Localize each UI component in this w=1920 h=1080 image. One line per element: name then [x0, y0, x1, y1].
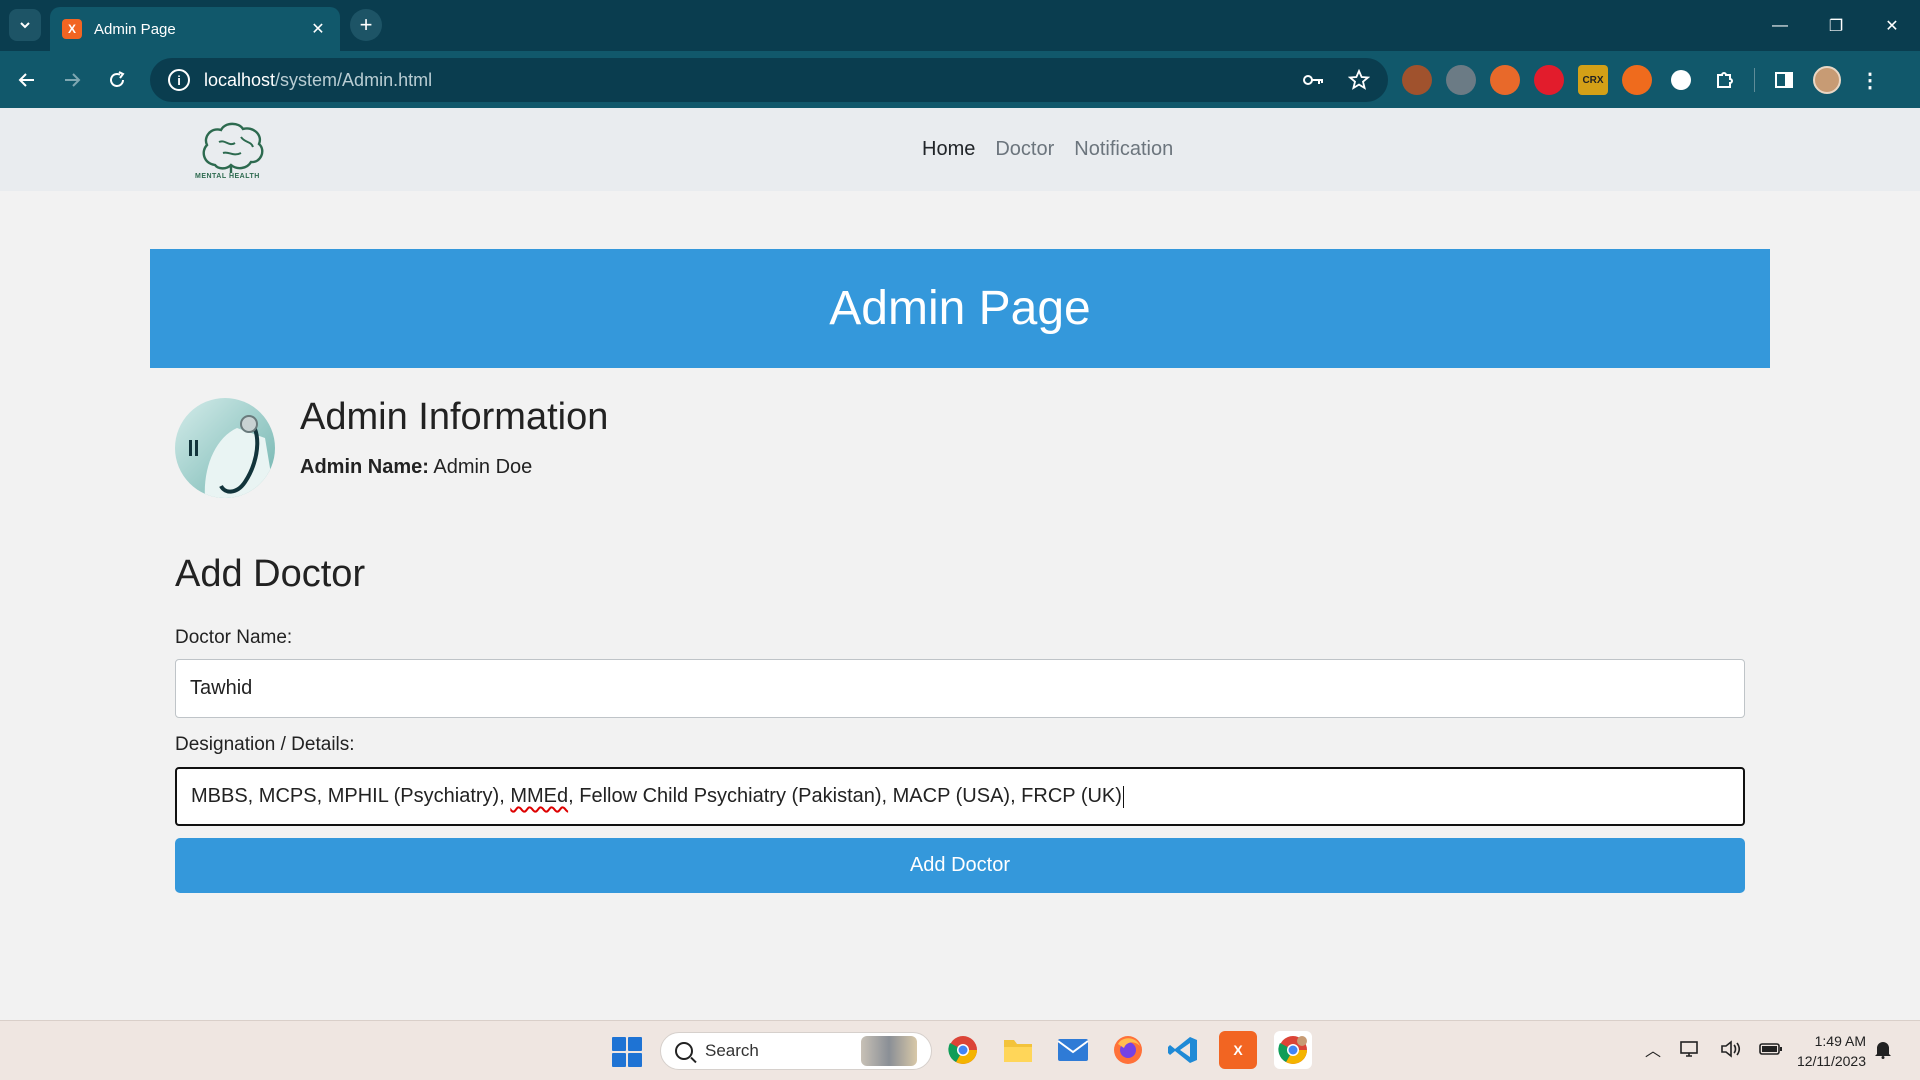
back-button[interactable] [10, 63, 44, 97]
reload-button[interactable] [100, 63, 134, 97]
designation-value-part2: , Fellow Child Psychiatry (Pakistan), MA… [568, 785, 1122, 807]
site-navbar: MENTAL HEALTH Home Doctor Notification [0, 108, 1920, 191]
toolbar-separator [1754, 68, 1755, 92]
mental-health-logo[interactable]: MENTAL HEALTH [193, 117, 273, 183]
minimize-button[interactable]: — [1752, 0, 1808, 51]
circle-extension-icon[interactable] [1671, 70, 1691, 90]
add-doctor-heading: Add Doctor [175, 553, 366, 595]
add-doctor-button[interactable]: Add Doctor [175, 838, 1745, 893]
battery-icon[interactable] [1759, 1041, 1783, 1057]
close-window-button[interactable]: ✕ [1864, 0, 1920, 51]
side-panel-svg-icon [1775, 72, 1793, 88]
designation-label: Designation / Details: [175, 734, 355, 755]
taskbar-apps: X [944, 1031, 1312, 1069]
page-banner: Admin Page [150, 249, 1770, 368]
chevron-down-icon [20, 22, 30, 29]
chevron-up-icon[interactable]: ︿ [1645, 1037, 1661, 1061]
designation-input[interactable]: MBBS, MCPS, MPHIL (Psychiatry), MMEd, Fe… [175, 767, 1745, 826]
admin-avatar [175, 398, 275, 498]
star-icon[interactable] [1348, 69, 1370, 91]
cookie-extension-icon[interactable] [1402, 65, 1432, 95]
xampp-favicon-icon: X [62, 19, 82, 39]
menu-kebab-icon[interactable]: ⋮ [1855, 65, 1885, 95]
admin-info-heading: Admin Information [300, 396, 609, 438]
firefox-logo-icon [1114, 1036, 1142, 1064]
clock-time: 1:49 AM [1814, 1033, 1866, 1049]
new-tab-button[interactable]: + [350, 9, 382, 41]
nav-link-notification[interactable]: Notification [1074, 138, 1173, 161]
firefox-icon[interactable] [1109, 1031, 1147, 1069]
address-bar[interactable]: i localhost/system/Admin.html [150, 58, 1388, 102]
crx-extension-icon[interactable]: CRX [1578, 65, 1608, 95]
profile-avatar[interactable] [1813, 66, 1841, 94]
vscode-icon[interactable] [1164, 1031, 1202, 1069]
designation-misspelled-word: MMEd [510, 785, 569, 807]
clock-date: 12/11/2023 [1796, 1053, 1866, 1069]
arrow-left-icon [18, 73, 34, 87]
key-icon[interactable] [1302, 71, 1326, 89]
leaf-extension-icon[interactable] [1622, 65, 1652, 95]
nav-link-home[interactable]: Home [922, 138, 975, 161]
bell-icon[interactable] [1874, 1039, 1892, 1064]
designation-value-part1: MBBS, MCPS, MPHIL (Psychiatry), [191, 785, 511, 807]
nav-link-doctor[interactable]: Doctor [995, 138, 1054, 161]
browser-toolbar: i localhost/system/Admin.html CRX ⋮ [0, 51, 1920, 108]
network-icon[interactable] [1679, 1039, 1701, 1059]
notification-bell-icon [1875, 1042, 1891, 1059]
page-title: Admin Page [829, 282, 1091, 335]
extensions-row: CRX ⋮ [1402, 65, 1885, 95]
chrome-taskbar-icon[interactable] [944, 1031, 982, 1069]
url-path: /system/Admin.html [275, 69, 433, 90]
logo-text: MENTAL HEALTH [195, 173, 260, 180]
hand-extension-icon[interactable] [1534, 65, 1564, 95]
search-placeholder: Search [705, 1041, 759, 1060]
admin-name-value: Admin Doe [433, 456, 533, 478]
vscode-logo-icon [1168, 1037, 1197, 1063]
puzzle-extensions-icon[interactable] [1710, 65, 1740, 95]
admin-name-row: Admin Name: Admin Doe [300, 456, 532, 479]
search-highlight-image [861, 1036, 917, 1066]
browser-tab[interactable]: X Admin Page ✕ [50, 7, 340, 51]
chrome-logo-icon [948, 1036, 977, 1064]
doctor-name-value: Tawhid [190, 677, 253, 699]
system-clock[interactable]: 1:49 AM 12/11/2023 [1786, 1031, 1866, 1071]
doctor-name-label: Doctor Name: [175, 627, 293, 648]
restore-button[interactable]: ❐ [1808, 0, 1864, 51]
file-explorer-icon[interactable] [999, 1031, 1037, 1069]
side-panel-icon[interactable] [1769, 65, 1799, 95]
fire-extension-icon[interactable] [1490, 65, 1520, 95]
envelope-icon [1057, 1039, 1089, 1061]
admin-name-label: Admin Name: [300, 456, 429, 478]
raccoon-extension-icon[interactable] [1446, 65, 1476, 95]
forward-button[interactable] [55, 63, 89, 97]
window-controls: — ❐ ✕ [1752, 0, 1920, 51]
chrome-active-icon[interactable] [1274, 1031, 1312, 1069]
chrome-profile-logo-icon [1278, 1036, 1307, 1064]
windows-taskbar: Search X ︿ 1:49 AM 12/11/2023 [0, 1020, 1920, 1080]
xampp-icon[interactable]: X [1219, 1031, 1257, 1069]
site-nav-links: Home Doctor Notification [922, 138, 1173, 161]
mail-icon[interactable] [1054, 1031, 1092, 1069]
volume-icon[interactable] [1719, 1039, 1741, 1059]
windows-start-icon[interactable] [612, 1037, 642, 1067]
text-caret [1122, 785, 1124, 808]
tab-list-button[interactable] [9, 9, 41, 41]
browser-tab-bar: X Admin Page ✕ + — ❐ ✕ [0, 0, 1920, 51]
close-icon[interactable]: ✕ [308, 19, 328, 39]
taskbar-search[interactable]: Search [660, 1032, 932, 1070]
tab-title: Admin Page [94, 20, 176, 38]
folder-icon [1004, 1040, 1032, 1062]
info-icon[interactable]: i [168, 69, 190, 91]
arrow-right-icon [65, 73, 81, 87]
url-host: localhost [204, 69, 276, 90]
system-tray: ︿ [1645, 1037, 1783, 1061]
doctor-stethoscope-image [175, 398, 275, 498]
add-doctor-button-label: Add Doctor [909, 854, 1011, 876]
search-icon [675, 1042, 693, 1060]
puzzle-icon [1717, 72, 1733, 88]
reload-icon [110, 71, 125, 87]
doctor-name-input[interactable]: Tawhid [175, 659, 1745, 718]
plus-icon: + [359, 12, 373, 37]
